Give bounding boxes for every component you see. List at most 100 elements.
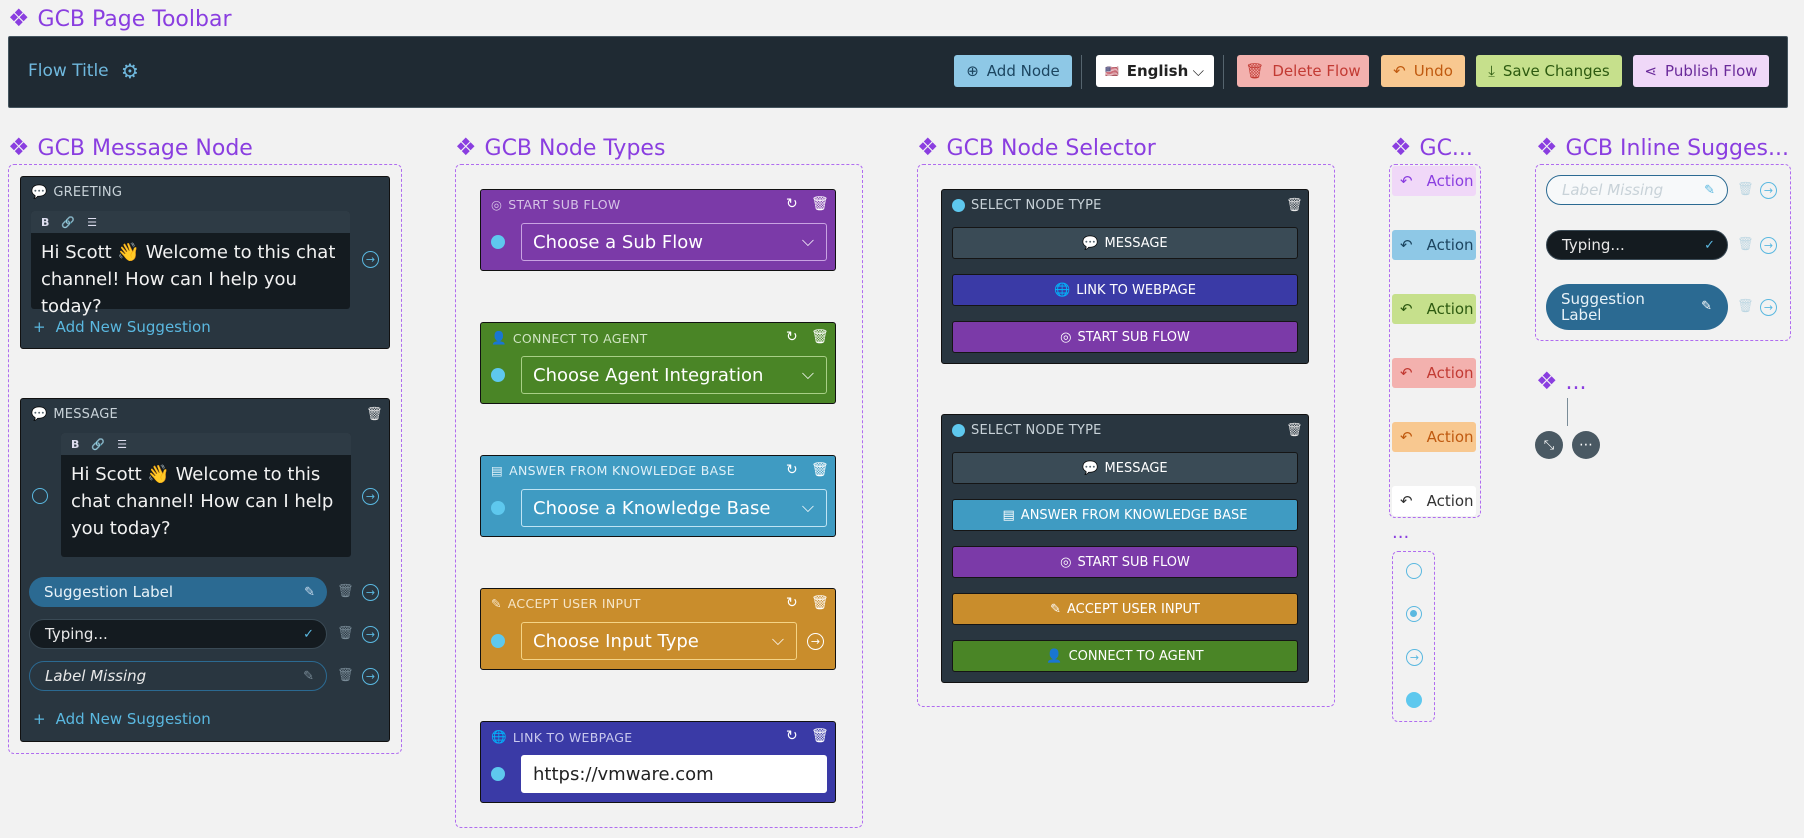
input-type-select[interactable]: Choose Input Type ⌵ <box>521 622 797 660</box>
arrow-right-icon[interactable]: → <box>362 584 379 601</box>
edit-icon[interactable]: ✎ <box>1704 183 1715 198</box>
option-message[interactable]: 💬 MESSAGE <box>952 227 1298 259</box>
link-icon[interactable]: 🔗 <box>61 216 75 229</box>
message-editor[interactable]: B 🔗 ☰ Hi Scott 👋 Welcome to this chat chan… <box>61 433 351 557</box>
filled-dot-icon[interactable] <box>1406 692 1422 708</box>
section-title-node-selector: ❖ GCB Node Selector <box>917 133 1156 161</box>
more-icon[interactable]: ⋯ <box>1572 431 1600 459</box>
greeting-text[interactable]: Hi Scott 👋 Welcome to this chat channel!… <box>31 233 350 326</box>
radio-empty-icon[interactable] <box>1406 563 1422 579</box>
trash-icon[interactable]: 🗑 <box>1286 198 1303 213</box>
option-message[interactable]: 💬 MESSAGE <box>952 452 1298 484</box>
trash-icon[interactable]: 🗑 <box>811 595 829 611</box>
typing-pill[interactable]: Typing... ✓ <box>29 619 327 649</box>
refresh-icon[interactable]: ↻ <box>786 595 798 611</box>
action-button-white[interactable]: ↶ Action <box>1392 486 1476 516</box>
option-start-sub-flow[interactable]: ◎ START SUB FLOW <box>952 546 1298 578</box>
action-button-purple[interactable]: ↶ Action <box>1392 166 1476 196</box>
flow-title[interactable]: Flow Title <box>28 61 109 81</box>
trash-icon[interactable]: 🗑 <box>337 626 354 641</box>
chevron-down-icon: ⌵ <box>1192 62 1204 80</box>
trash-icon[interactable]: 🗑 <box>811 329 829 345</box>
connector-dot[interactable] <box>491 368 505 382</box>
trash-icon[interactable]: 🗑 <box>1737 237 1754 252</box>
connector-dot[interactable] <box>491 767 505 781</box>
bold-icon[interactable]: B <box>71 438 79 451</box>
connector-dot[interactable] <box>491 501 505 515</box>
undo-button[interactable]: ↶ Undo <box>1381 55 1465 87</box>
user-icon: 👤 <box>1046 648 1063 664</box>
edit-icon[interactable]: ✎ <box>1701 299 1712 315</box>
undo-icon: ↶ <box>1400 300 1413 318</box>
add-node-button[interactable]: ⊕ Add Node <box>954 55 1072 87</box>
link-icon[interactable]: 🔗 <box>91 438 105 451</box>
action-button-orange[interactable]: ↶ Action <box>1392 422 1476 452</box>
pencil-icon: ✎ <box>491 596 502 611</box>
arrow-right-icon[interactable]: → <box>362 488 379 505</box>
list-icon[interactable]: ☰ <box>87 216 97 229</box>
list-icon[interactable]: ☰ <box>117 438 127 451</box>
arrow-right-icon[interactable]: → <box>1760 299 1777 316</box>
label-missing-inline[interactable]: Label Missing ✎ <box>1546 175 1728 205</box>
trash-icon[interactable]: 🗑 <box>366 407 383 422</box>
trash-icon[interactable]: 🗑 <box>811 196 829 212</box>
edit-icon[interactable]: ✎ <box>304 585 315 600</box>
option-connect-to-agent[interactable]: 👤 CONNECT TO AGENT <box>952 640 1298 672</box>
action-button-blue[interactable]: ↶ Action <box>1392 230 1476 260</box>
radio-circle-icon[interactable] <box>32 488 48 504</box>
sub-flow-select[interactable]: Choose a Sub Flow ⌵ <box>521 223 827 261</box>
suggestion-pill[interactable]: Suggestion Label ✎ <box>29 577 327 607</box>
arrow-right-icon[interactable]: → <box>362 668 379 685</box>
trash-icon[interactable]: 🗑 <box>811 462 829 478</box>
bold-icon[interactable]: B <box>41 216 49 229</box>
trash-icon[interactable]: 🗑 <box>1737 299 1754 314</box>
gear-icon[interactable]: ⚙ <box>121 59 139 83</box>
trash-icon[interactable]: 🗑 <box>811 728 829 744</box>
connector-dot <box>952 199 965 212</box>
action-button-green[interactable]: ↶ Action <box>1392 294 1476 324</box>
trash-icon[interactable]: 🗑 <box>337 584 354 599</box>
trash-icon[interactable]: 🗑 <box>1286 423 1303 438</box>
edit-icon[interactable]: ✎ <box>303 669 314 684</box>
message-header: 💬 MESSAGE <box>31 407 118 422</box>
webpage-url-input[interactable]: https://vmware.com <box>521 755 827 793</box>
undo-icon: ↶ <box>1400 236 1413 254</box>
message-text[interactable]: Hi Scott 👋 Welcome to this chat channel!… <box>61 455 351 548</box>
radio-selected-icon[interactable] <box>1406 606 1422 622</box>
suggestion-label-inline[interactable]: Suggestion Label ✎ <box>1546 284 1728 330</box>
publish-flow-button[interactable]: ⋖ Publish Flow <box>1633 55 1769 87</box>
connector-dot[interactable] <box>491 634 505 648</box>
option-link-to-webpage[interactable]: 🌐 LINK TO WEBPAGE <box>952 274 1298 306</box>
delete-flow-button[interactable]: 🗑 Delete Flow <box>1237 55 1369 87</box>
connector-dot[interactable] <box>491 235 505 249</box>
refresh-icon[interactable]: ↻ <box>786 196 798 212</box>
check-icon[interactable]: ✓ <box>303 627 314 642</box>
add-suggestion-button[interactable]: + Add New Suggestion <box>33 318 211 336</box>
language-select[interactable]: 🇺🇸 English ⌵ <box>1096 55 1214 87</box>
check-icon[interactable]: ✓ <box>1704 238 1715 253</box>
label-missing-pill[interactable]: Label Missing ✎ <box>29 661 327 691</box>
collapse-icon[interactable]: ⤡ <box>1535 431 1563 459</box>
arrow-right-icon[interactable]: → <box>1760 237 1777 254</box>
arrow-right-icon[interactable]: → <box>362 626 379 643</box>
agent-integration-select[interactable]: Choose Agent Integration ⌵ <box>521 356 827 394</box>
option-start-sub-flow[interactable]: ◎ START SUB FLOW <box>952 321 1298 353</box>
arrow-right-icon[interactable]: → <box>1760 182 1777 199</box>
knowledge-base-select[interactable]: Choose a Knowledge Base ⌵ <box>521 489 827 527</box>
arrow-right-icon[interactable]: → <box>1406 649 1423 666</box>
trash-icon[interactable]: 🗑 <box>337 668 354 683</box>
action-button-red[interactable]: ↶ Action <box>1392 358 1476 388</box>
add-suggestion-button[interactable]: + Add New Suggestion <box>33 710 211 728</box>
option-accept-user-input[interactable]: ✎ ACCEPT USER INPUT <box>952 593 1298 625</box>
refresh-icon[interactable]: ↻ <box>786 329 798 345</box>
trash-icon[interactable]: 🗑 <box>1737 182 1754 197</box>
chevron-down-icon: ⌵ <box>801 497 814 516</box>
greeting-editor[interactable]: B 🔗 ☰ Hi Scott 👋 Welcome to this chat chan… <box>31 211 350 317</box>
refresh-icon[interactable]: ↻ <box>786 462 798 478</box>
save-changes-button[interactable]: ⤓ Save Changes <box>1476 55 1622 87</box>
arrow-right-icon[interactable]: → <box>807 633 824 650</box>
refresh-icon[interactable]: ↻ <box>786 728 798 744</box>
typing-inline[interactable]: Typing... ✓ <box>1546 230 1728 260</box>
option-answer-from-knowledge-base[interactable]: ▤ ANSWER FROM KNOWLEDGE BASE <box>952 499 1298 531</box>
arrow-right-icon[interactable]: → <box>362 251 379 268</box>
